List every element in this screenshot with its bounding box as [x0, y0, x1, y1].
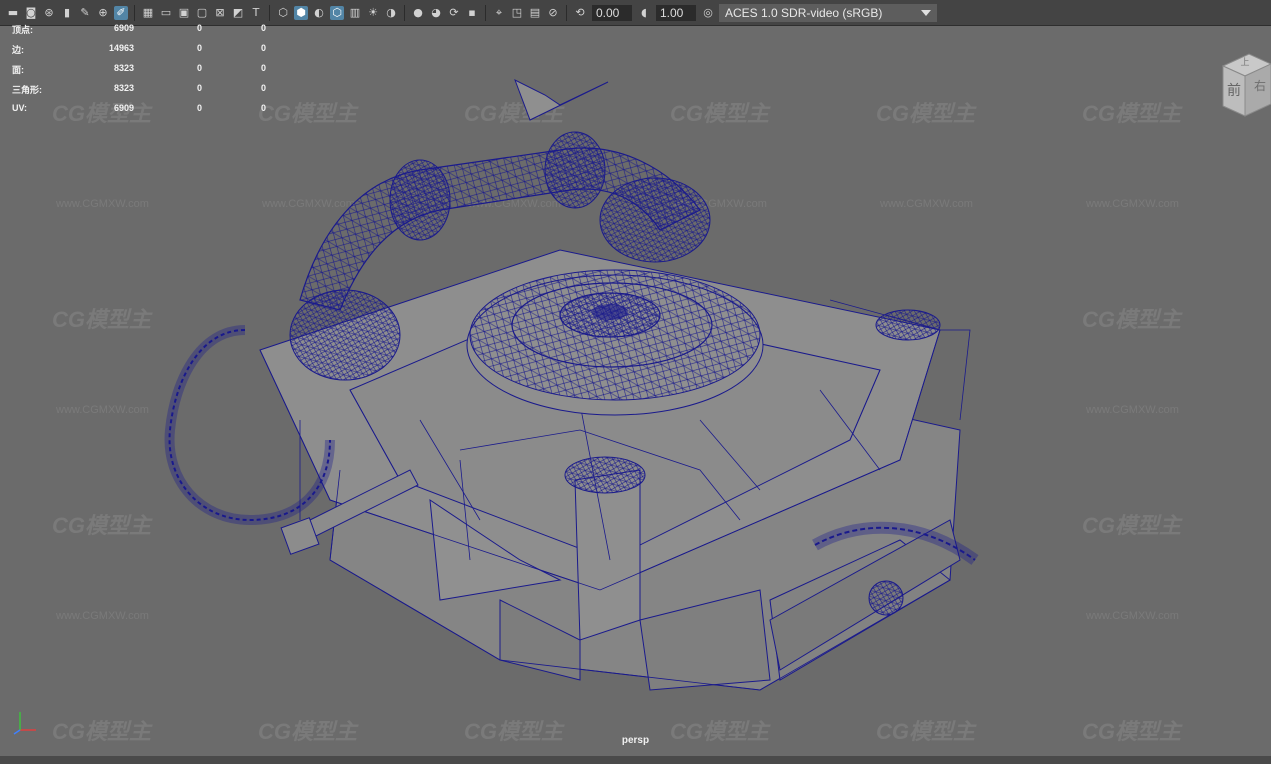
hud-value: 0: [260, 23, 266, 33]
hud-value: 0: [196, 63, 202, 73]
hud-row-vertices: 顶点: 6909 0 0: [12, 23, 272, 43]
axis-gizmo: [13, 712, 36, 735]
viewcube-top-label: 上: [1240, 57, 1249, 68]
hud-value: 0: [196, 23, 202, 33]
hud-value: 0: [260, 83, 266, 93]
viewcube-front-label: 前: [1227, 82, 1241, 99]
viewport-bottom-border: [0, 756, 1271, 764]
hud-value: 6909: [113, 23, 134, 33]
hud-value: 8323: [113, 83, 134, 93]
hud-value: 0: [196, 103, 202, 113]
rotary-dial: [466, 269, 764, 416]
hud-row-uvs: UV: 6909 0 0: [12, 103, 272, 123]
hud-row-faces: 面: 8323 0 0: [12, 63, 272, 83]
hud-label: 边:: [12, 45, 24, 55]
z-axis-icon: [13, 729, 21, 735]
hud-value: 14963: [108, 43, 134, 53]
hud-value: 0: [260, 103, 266, 113]
hud-value: 6909: [113, 103, 134, 113]
hud-label: 顶点:: [12, 25, 33, 35]
hud-row-triangles: 三角形: 8323 0 0: [12, 83, 272, 103]
poly-count-hud: 顶点: 6909 0 0 边: 14963 0 0 面: 8323 0 0 三角…: [12, 23, 272, 123]
hud-value: 0: [260, 63, 266, 73]
viewcube[interactable]: 上 前 右: [1219, 48, 1271, 120]
hud-label: 面:: [12, 65, 24, 75]
hud-value: 0: [196, 83, 202, 93]
hud-row-edges: 边: 14963 0 0: [12, 43, 272, 63]
hud-value: 0: [196, 43, 202, 53]
hud-label: UV:: [12, 103, 28, 113]
camera-name-label: persp: [621, 735, 650, 746]
hud-value: 8323: [113, 63, 134, 73]
hud-label: 三角形:: [12, 85, 42, 95]
hud-value: 0: [260, 43, 266, 53]
viewcube-right-label: 右: [1254, 78, 1266, 93]
